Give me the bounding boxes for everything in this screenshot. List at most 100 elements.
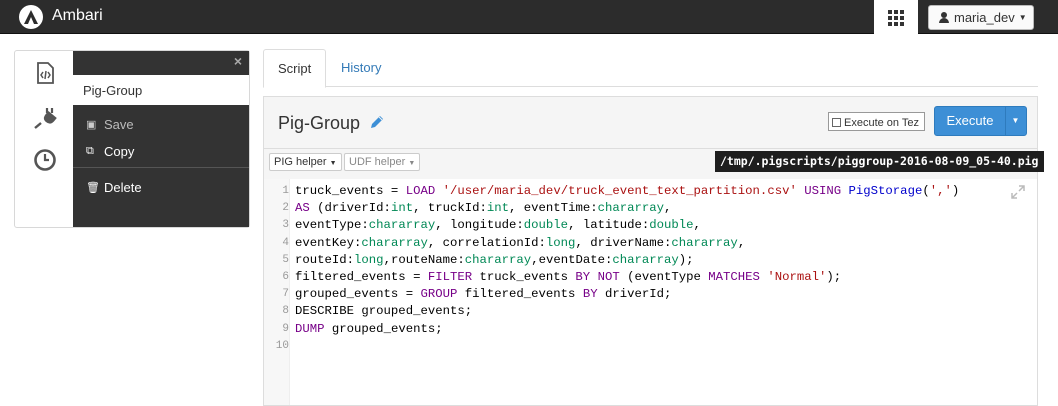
- code-token: , eventTime:: [509, 201, 598, 216]
- code-token: MATCHES: [708, 270, 760, 284]
- pencil-icon[interactable]: [370, 115, 384, 129]
- code-token: chararray: [671, 235, 738, 250]
- code-token: PigStorage: [848, 184, 923, 198]
- code-token: eventType:: [295, 218, 369, 233]
- code-token: grouped_events;: [324, 321, 443, 336]
- execute-on-tez-checkbox[interactable]: Execute on Tez: [828, 112, 926, 131]
- close-icon[interactable]: ×: [234, 53, 242, 69]
- code-token: (driverId:: [309, 201, 391, 216]
- code-token: double: [523, 218, 569, 233]
- code-token: chararray: [597, 201, 665, 216]
- code-file-icon[interactable]: [33, 61, 57, 85]
- code-token: chararray: [464, 252, 532, 267]
- code-token: , correlationId:: [427, 235, 546, 250]
- line-number: 5: [282, 253, 289, 266]
- code-token: BY: [575, 270, 591, 284]
- tez-label: Execute on Tez: [844, 116, 920, 129]
- code-token: chararray: [361, 235, 428, 250]
- save-icon: ▣: [86, 119, 97, 131]
- checkbox-box[interactable]: [832, 118, 841, 127]
- delete-menu-item[interactable]: 🗑 Delete: [86, 180, 142, 195]
- line-number: 8: [282, 305, 289, 318]
- save-menu-item[interactable]: ▣ Save: [86, 117, 134, 132]
- script-title: Pig-Group: [278, 113, 361, 133]
- code-token: '/user/maria_dev/truck_event_text_partit…: [442, 184, 797, 198]
- pig-helper-dropdown[interactable]: PIG helper ▼: [269, 153, 342, 171]
- fullscreen-icon[interactable]: [1011, 185, 1025, 199]
- execute-button[interactable]: Execute: [935, 107, 1005, 135]
- code-token: , driverName:: [575, 235, 672, 250]
- script-name: Pig-Group: [73, 75, 249, 105]
- line-number: 9: [282, 322, 289, 335]
- code-token: GROUP: [420, 287, 458, 302]
- code-token: ): [951, 184, 960, 198]
- code-token: BY: [582, 287, 598, 302]
- menu-divider: [73, 167, 249, 168]
- code-line: routeId:long,routeName:chararray,eventDa…: [295, 253, 694, 267]
- execute-options-caret[interactable]: ▼: [1005, 107, 1026, 135]
- code-token: (eventType: [619, 270, 709, 284]
- code-token: eventKey:: [295, 235, 362, 250]
- line-number: 3: [282, 219, 289, 232]
- code-token: (: [922, 184, 930, 198]
- code-token: FILTER: [427, 270, 473, 284]
- ambari-logo-icon[interactable]: [17, 4, 45, 30]
- copy-icon: ⧉: [86, 145, 94, 157]
- plug-icon[interactable]: [33, 105, 57, 129]
- code-token: );: [826, 270, 842, 284]
- code-token: long: [545, 235, 576, 250]
- brand-name[interactable]: Ambari: [52, 7, 103, 25]
- script-path: /tmp/.pigscripts/piggroup-2016-08-09_05-…: [715, 151, 1044, 172]
- code-token: ',': [929, 184, 952, 198]
- code-token: , truckId:: [413, 201, 487, 216]
- line-number: 10: [275, 339, 289, 352]
- code-line: eventType:chararray, longitude:double, l…: [295, 218, 701, 232]
- line-number: 7: [282, 288, 289, 301]
- code-token: filtered_events: [457, 287, 583, 302]
- top-navbar: Ambari maria_dev ▼: [0, 0, 1058, 36]
- code-token: truck_events =: [295, 184, 406, 198]
- caret-down-icon: ▼: [408, 160, 416, 167]
- udf-helper-label: UDF helper: [349, 156, 406, 168]
- code-token: USING: [804, 184, 842, 198]
- code-token: ,: [664, 201, 672, 216]
- tab-script[interactable]: Script: [263, 49, 327, 88]
- user-menu-button[interactable]: maria_dev ▼: [928, 5, 1034, 30]
- code-line: AS (driverId:int, truckId:int, eventTime…: [295, 201, 671, 215]
- code-token: DUMP: [295, 321, 325, 336]
- copy-menu-item[interactable]: ⧉ Copy: [86, 144, 134, 159]
- line-number: 1: [282, 185, 289, 197]
- code-token: ,: [737, 235, 746, 250]
- clock-icon[interactable]: [33, 148, 57, 172]
- script-actions-dropdown: × Pig-Group ▣ Save ⧉ Copy 🗑 Delete: [73, 51, 249, 227]
- user-icon: [939, 12, 949, 23]
- trash-icon: 🗑: [86, 182, 100, 194]
- tab-history[interactable]: History: [327, 49, 395, 87]
- code-token: truck_events: [472, 270, 576, 284]
- code-line: DESCRIBE grouped_events;: [295, 304, 472, 318]
- dropdown-header: ×: [73, 51, 249, 75]
- code-token: AS: [295, 201, 310, 216]
- code-token: LOAD: [405, 184, 436, 198]
- sidebar-nav: [15, 51, 73, 227]
- views-grid-button[interactable]: [874, 0, 918, 36]
- line-number: 6: [282, 271, 289, 283]
- code-token: grouped_events =: [295, 287, 421, 302]
- save-label: Save: [104, 117, 134, 132]
- code-line: grouped_events = GROUP filtered_events B…: [295, 287, 671, 301]
- pig-helper-label: PIG helper: [274, 156, 327, 168]
- code-line: DUMP grouped_events;: [295, 322, 443, 336]
- code-token: driverId;: [597, 287, 672, 302]
- editor-header: Pig-Group Execute on Tez Execute ▼: [264, 97, 1037, 149]
- code-token: int: [390, 201, 414, 216]
- udf-helper-dropdown[interactable]: UDF helper ▼: [344, 153, 421, 171]
- code-editor[interactable]: 1 2 3 4 5 6 7 8 9 10 truck_events = LOAD '/user/m…: [264, 179, 1037, 405]
- line-number-gutter: 1 2 3 4 5 6 7 8 9 10: [264, 179, 290, 405]
- caret-down-icon: ▼: [329, 160, 337, 167]
- code-token: DESCRIBE grouped_events;: [295, 304, 473, 319]
- script-editor-panel: Pig-Group Execute on Tez Execute ▼ PIG h…: [263, 96, 1044, 406]
- copy-label: Copy: [104, 144, 135, 159]
